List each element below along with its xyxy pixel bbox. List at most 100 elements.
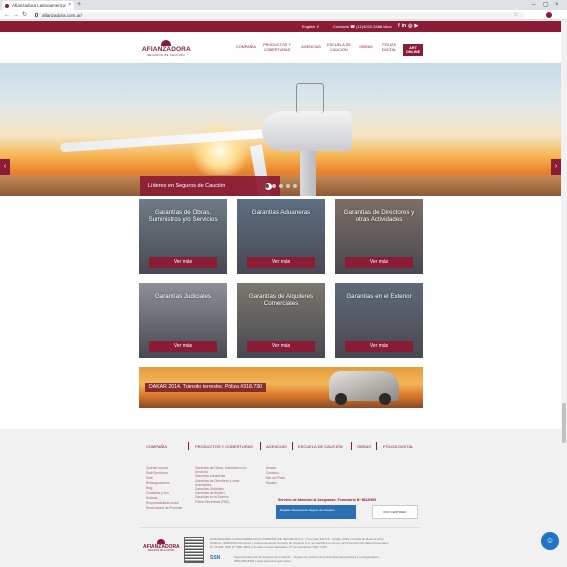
dakar-banner[interactable]: DAKAR 2014. Tránsito terrestre. Póliza #… [139,367,423,408]
card-title: Garantías de Alquileres Comerciales [248,293,314,307]
art-online-button[interactable]: ART ONLINE [403,44,423,56]
card-title: Garantías Judiciales [154,293,212,300]
card-title: Garantías Aduaneras [251,209,311,216]
language-selector[interactable]: English ∨ [302,21,319,32]
footer-col-productos: Garantías de Obras, Suministros y/o Serv… [195,466,255,504]
site-footer: COMPAÑÍA PRODUCTOS Y COBERTURAS AGENCIAS… [0,429,561,567]
ver-mas-button[interactable]: Ver más [247,257,315,268]
banner-text: DAKAR 2014. Tránsito terrestre. Póliza #… [145,383,267,392]
card-judiciales[interactable]: Garantías Judiciales Ver más [139,283,227,358]
ver-mas-button[interactable]: Ver más [345,341,413,352]
hero-slider: Líderes en Seguros de Caución › ‹ › [0,63,561,196]
url-text: afianzadora.com.ar/ [42,12,82,18]
ver-mas-button[interactable]: Ver más [247,341,315,352]
minimize-button[interactable]: – [532,0,535,10]
footer-col-compania: Quiénes somos Staff Ejecutivos Staff Rea… [146,466,191,511]
browser-toolbar: ← → ↻ afianzadora.com.ar/ ☆ ⋮ [0,10,567,28]
web-page: English ∨ Contacto ☎ (11)4032-3488 idioo… [0,21,561,567]
footer-link[interactable]: Reservatoria de Proceder [146,506,191,511]
nav-poliza-digital[interactable]: PÓLIZA DIGITAL [379,43,399,52]
logo-tagline: SEGUROS DE CAUCIÓN [147,53,185,57]
browser-tab[interactable]: Afianzadora Latinoamerica × [2,1,74,10]
footer-nav-compania[interactable]: COMPAÑÍA [146,444,167,449]
window-close-button[interactable]: × [555,0,559,10]
turbine-railing [296,83,324,113]
nav-obras[interactable]: OBRAS [357,45,375,50]
footer-nav-poliza[interactable]: PÓLIZA DIGITAL [383,444,413,449]
turbine-nacelle [262,111,352,151]
profile-avatar[interactable] [546,12,552,18]
card-exterior[interactable]: Garantías en el Exterior Ver más [335,283,423,358]
footer-separator [260,442,261,450]
youtube-icon[interactable]: ▶ [415,21,419,32]
nav-productos[interactable]: PRODUCTOS Y COBERTURAS [262,43,292,52]
slider-dot[interactable] [279,184,283,188]
nav-agencias[interactable]: AGENCIAS [299,45,323,50]
site-logo[interactable]: AFIANZADORA SEGUROS DE CAUCIÓN [142,40,191,58]
hero-caption[interactable]: Líderes en Seguros de Caución › [140,176,280,196]
facebook-icon[interactable]: f [398,21,400,32]
slider-dot[interactable] [293,184,297,188]
reload-button[interactable]: ↻ [22,10,27,20]
footer-separator [292,442,293,450]
footer-link[interactable]: Garantías de Obras, Suministros y/o Serv… [195,466,255,474]
footer-link[interactable]: Garantías de Directores y otras Activida… [195,479,255,487]
footer-col-agencias: Abasta Contacto Mar del Plata Rosario [266,466,296,486]
forward-button[interactable]: → [13,10,19,20]
logo-name: AFIANZADORA [142,46,191,53]
footer-separator [376,442,377,450]
bookmark-star-icon[interactable]: ☆ [514,12,518,19]
footer-nav-agencias[interactable]: AGENCIAS [266,444,287,449]
contact-link[interactable]: Contacto ☎ (11)4032-3488 idioo [333,21,392,32]
maximize-button[interactable]: ▢ [543,0,549,10]
hero-caption-text: Líderes en Seguros de Caución [148,183,226,189]
back-button[interactable]: ← [4,10,10,20]
page-scrollbar[interactable] [561,21,567,567]
card-directores[interactable]: Garantías de Directores y otras Activida… [335,199,423,274]
ssn-logo[interactable]: SSN [210,555,232,567]
qr-code-icon[interactable] [184,537,204,563]
linkedin-icon[interactable]: in [402,21,406,32]
footer-nav-obras[interactable]: OBRAS [357,444,371,449]
slider-dot[interactable] [265,184,269,188]
turbine-tower [300,147,316,196]
slider-dots [265,184,297,188]
scrollbar-thumb[interactable] [562,403,566,443]
ssn-text: Superintendencia de Seguros de la Nación… [234,555,424,563]
slider-next-button[interactable]: › [551,159,561,175]
ver-mas-button[interactable]: Ver más [149,257,217,268]
ver-mas-button[interactable]: Ver más [345,257,413,268]
card-aduaneras[interactable]: Garantías Aduaneras Ver más [237,199,325,274]
card-obras[interactable]: Garantías de Obras, Suministros y/o Serv… [139,199,227,274]
footer-link[interactable]: Póliza Electrónica (PAE) [195,500,255,504]
browser-tab-strip: Afianzadora Latinoamerica × + – ▢ × [0,0,567,10]
tab-close-icon[interactable]: × [68,1,71,10]
site-header: AFIANZADORA SEGUROS DE CAUCIÓN COMPAÑÍA … [0,32,561,63]
card-title: Garantías de Directores y otras Activida… [343,209,415,223]
service-notice[interactable]: Servicio de Atención al Asegurado. Formu… [278,498,376,502]
logo-tagline: SEGUROS DE CAUCIÓN [147,550,175,552]
card-alquileres[interactable]: Garantías de Alquileres Comerciales Ver … [237,283,325,358]
card-title: Garantías de Obras, Suministros y/o Serv… [148,209,218,223]
favicon-icon [5,3,9,8]
legal-text: AFIANZADORA LATINOAMERICANA COMPAÑÍA DE … [210,537,420,549]
chat-widget-icon[interactable]: ☺ [541,532,559,550]
registry-badge[interactable]: Registro Nacional de Seguro de Caución [276,505,356,519]
card-title: Garantías en el Exterior [346,293,412,300]
footer-logo[interactable]: AFIANZADORA SEGUROS DE CAUCIÓN [143,539,180,552]
new-tab-button[interactable]: + [77,0,81,10]
address-bar[interactable]: afianzadora.com.ar/ ☆ [32,11,524,19]
footer-nav-productos[interactable]: PRODUCTOS Y COBERTURAS [195,444,253,449]
footer-divider [140,527,420,528]
nav-escuela[interactable]: ESCUELA DE CAUCIÓN [326,43,352,52]
nav-compania[interactable]: COMPAÑÍA [235,45,257,50]
footer-separator [188,442,189,450]
instagram-icon[interactable]: ◎ [408,21,412,32]
slider-dot[interactable] [286,184,290,188]
footer-link[interactable]: Rosario [266,481,296,486]
footer-nav-escuela[interactable]: ESCUELA DE CAUCIÓN [298,444,343,449]
slider-dot[interactable] [272,184,276,188]
legal-line: 0800-666-8400 | www.argentina.gob.ar/ssn [234,559,292,563]
slider-prev-button[interactable]: ‹ [0,159,10,175]
ver-mas-button[interactable]: Ver más [149,341,217,352]
